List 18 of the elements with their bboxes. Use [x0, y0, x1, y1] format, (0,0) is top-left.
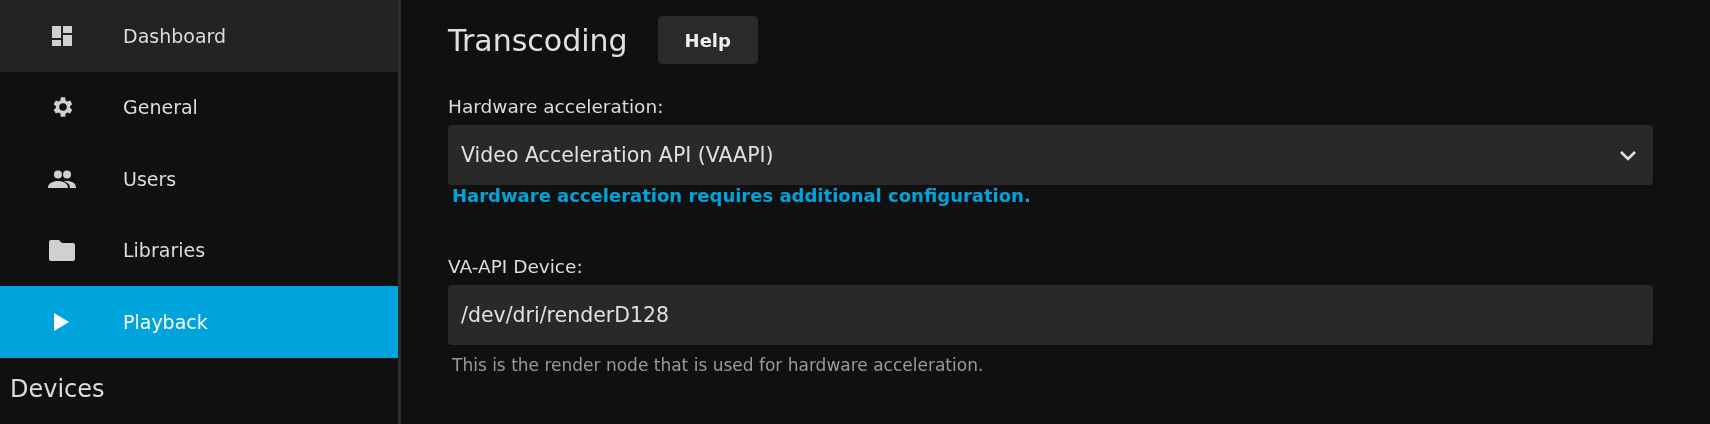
play-icon	[53, 312, 70, 331]
field-label: Hardware acceleration:	[448, 96, 665, 117]
section-header: Devices	[9, 373, 106, 403]
page-title: Transcoding	[448, 22, 628, 58]
help-button[interactable]: Help	[657, 16, 758, 64]
sidebar-item[interactable]: General	[0, 71, 398, 143]
field-label: VA-API Device:	[448, 256, 584, 277]
hint-text: This is the render node that is used for hardware acceleration.	[452, 355, 985, 375]
sidebar-item[interactable]: Users	[0, 143, 398, 215]
dropdown-field[interactable]: Video Acceleration API (VAAPI)	[448, 125, 1653, 185]
input-field[interactable]: /dev/dri/renderD128	[448, 285, 1653, 345]
people-icon	[47, 169, 76, 188]
folder-icon	[48, 239, 75, 262]
dashboard-icon	[50, 24, 73, 47]
chevron-down-icon	[1619, 149, 1637, 161]
configuration-link[interactable]: Hardware acceleration requires additional configuration.	[452, 185, 1031, 206]
sidebar-item[interactable]: Dashboard	[0, 0, 398, 72]
sidebar-item[interactable]: Libraries	[0, 214, 398, 286]
